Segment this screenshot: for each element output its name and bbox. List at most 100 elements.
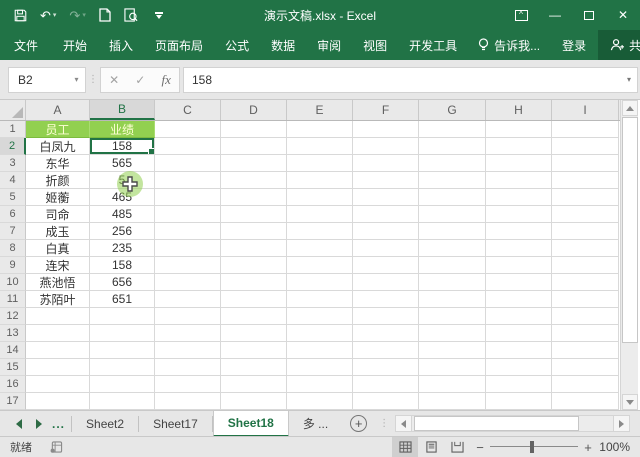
cell-I2[interactable] (552, 138, 619, 155)
expand-formula-bar-icon[interactable]: ▾ (621, 75, 637, 84)
formula-input[interactable]: 158 ▾ (183, 67, 638, 93)
cell-A4[interactable]: 折颜 (26, 172, 90, 189)
cell-H12[interactable] (486, 308, 552, 325)
cell-G4[interactable] (419, 172, 486, 189)
cell-F16[interactable] (353, 376, 419, 393)
print-preview-icon[interactable] (124, 8, 138, 22)
ribbon-tab-1[interactable]: 开始 (52, 30, 98, 60)
cell-F10[interactable] (353, 274, 419, 291)
tab-scrollbar-splitter[interactable]: ⋮ (379, 422, 389, 426)
cell-C5[interactable] (155, 189, 221, 206)
cell-C15[interactable] (155, 359, 221, 376)
cell-D5[interactable] (221, 189, 287, 206)
cell-E1[interactable] (287, 121, 353, 138)
cell-A5[interactable]: 姬蘅 (26, 189, 90, 206)
cell-H8[interactable] (486, 240, 552, 257)
cell-B8[interactable]: 235 (90, 240, 155, 257)
share-button[interactable]: 共享 (598, 30, 640, 60)
cell-E10[interactable] (287, 274, 353, 291)
cell-D1[interactable] (221, 121, 287, 138)
cell-A12[interactable] (26, 308, 90, 325)
cell-D17[interactable] (221, 393, 287, 410)
cell-C1[interactable] (155, 121, 221, 138)
vertical-scrollbar[interactable] (620, 100, 638, 410)
add-sheet-button[interactable]: + (350, 415, 367, 432)
redo-button[interactable]: ↷▾ (69, 9, 85, 22)
cell-A11[interactable]: 苏陌叶 (26, 291, 90, 308)
row-header-14[interactable]: 14 (0, 342, 26, 359)
column-header-G[interactable]: G (419, 100, 486, 120)
sheet-overflow-ellipsis[interactable]: ... (52, 417, 71, 431)
cell-E7[interactable] (287, 223, 353, 240)
cell-C14[interactable] (155, 342, 221, 359)
cell-D6[interactable] (221, 206, 287, 223)
row-header-12[interactable]: 12 (0, 308, 26, 325)
row-header-11[interactable]: 11 (0, 291, 26, 308)
cell-B5[interactable]: 465 (90, 189, 155, 206)
cell-E16[interactable] (287, 376, 353, 393)
cell-F7[interactable] (353, 223, 419, 240)
cell-B3[interactable]: 565 (90, 155, 155, 172)
cell-G16[interactable] (419, 376, 486, 393)
cell-D10[interactable] (221, 274, 287, 291)
cell-D15[interactable] (221, 359, 287, 376)
cancel-entry-button[interactable]: ✕ (109, 73, 119, 87)
cell-H6[interactable] (486, 206, 552, 223)
scroll-down-button[interactable] (622, 394, 638, 410)
row-header-15[interactable]: 15 (0, 359, 26, 376)
cell-F9[interactable] (353, 257, 419, 274)
scroll-up-button[interactable] (622, 100, 638, 116)
cell-G12[interactable] (419, 308, 486, 325)
cell-C6[interactable] (155, 206, 221, 223)
cell-I15[interactable] (552, 359, 619, 376)
cell-I16[interactable] (552, 376, 619, 393)
page-layout-view-button[interactable] (418, 437, 444, 457)
cell-G10[interactable] (419, 274, 486, 291)
cell-H2[interactable] (486, 138, 552, 155)
cell-A2[interactable]: 白凤九 (26, 138, 90, 155)
cell-F11[interactable] (353, 291, 419, 308)
cell-F8[interactable] (353, 240, 419, 257)
cell-D14[interactable] (221, 342, 287, 359)
cell-F14[interactable] (353, 342, 419, 359)
cell-I3[interactable] (552, 155, 619, 172)
cell-E11[interactable] (287, 291, 353, 308)
cell-A14[interactable] (26, 342, 90, 359)
customize-qat-button[interactable] (155, 12, 163, 19)
cell-E15[interactable] (287, 359, 353, 376)
cell-E2[interactable] (287, 138, 353, 155)
cell-D2[interactable] (221, 138, 287, 155)
cell-H15[interactable] (486, 359, 552, 376)
cell-D11[interactable] (221, 291, 287, 308)
ribbon-tab-2[interactable]: 插入 (98, 30, 144, 60)
cell-H13[interactable] (486, 325, 552, 342)
cell-D13[interactable] (221, 325, 287, 342)
ribbon-tab-0[interactable]: 文件 (0, 30, 52, 60)
cell-E4[interactable] (287, 172, 353, 189)
cell-C17[interactable] (155, 393, 221, 410)
cell-F15[interactable] (353, 359, 419, 376)
cell-I6[interactable] (552, 206, 619, 223)
cell-D16[interactable] (221, 376, 287, 393)
confirm-entry-button[interactable]: ✓ (135, 73, 145, 87)
cell-E6[interactable] (287, 206, 353, 223)
cell-B10[interactable]: 656 (90, 274, 155, 291)
cell-A6[interactable]: 司命 (26, 206, 90, 223)
cell-B16[interactable] (90, 376, 155, 393)
cell-A7[interactable]: 成玉 (26, 223, 90, 240)
row-header-9[interactable]: 9 (0, 257, 26, 274)
cell-H16[interactable] (486, 376, 552, 393)
name-box[interactable]: B2 ▾ (8, 67, 86, 93)
cell-E5[interactable] (287, 189, 353, 206)
vertical-scrollbar-thumb[interactable] (622, 117, 638, 343)
cell-H10[interactable] (486, 274, 552, 291)
cell-I7[interactable] (552, 223, 619, 240)
cell-G9[interactable] (419, 257, 486, 274)
cell-C3[interactable] (155, 155, 221, 172)
cell-G17[interactable] (419, 393, 486, 410)
cell-E8[interactable] (287, 240, 353, 257)
cell-H4[interactable] (486, 172, 552, 189)
cell-F6[interactable] (353, 206, 419, 223)
scroll-right-button[interactable] (613, 416, 629, 431)
cell-B12[interactable] (90, 308, 155, 325)
